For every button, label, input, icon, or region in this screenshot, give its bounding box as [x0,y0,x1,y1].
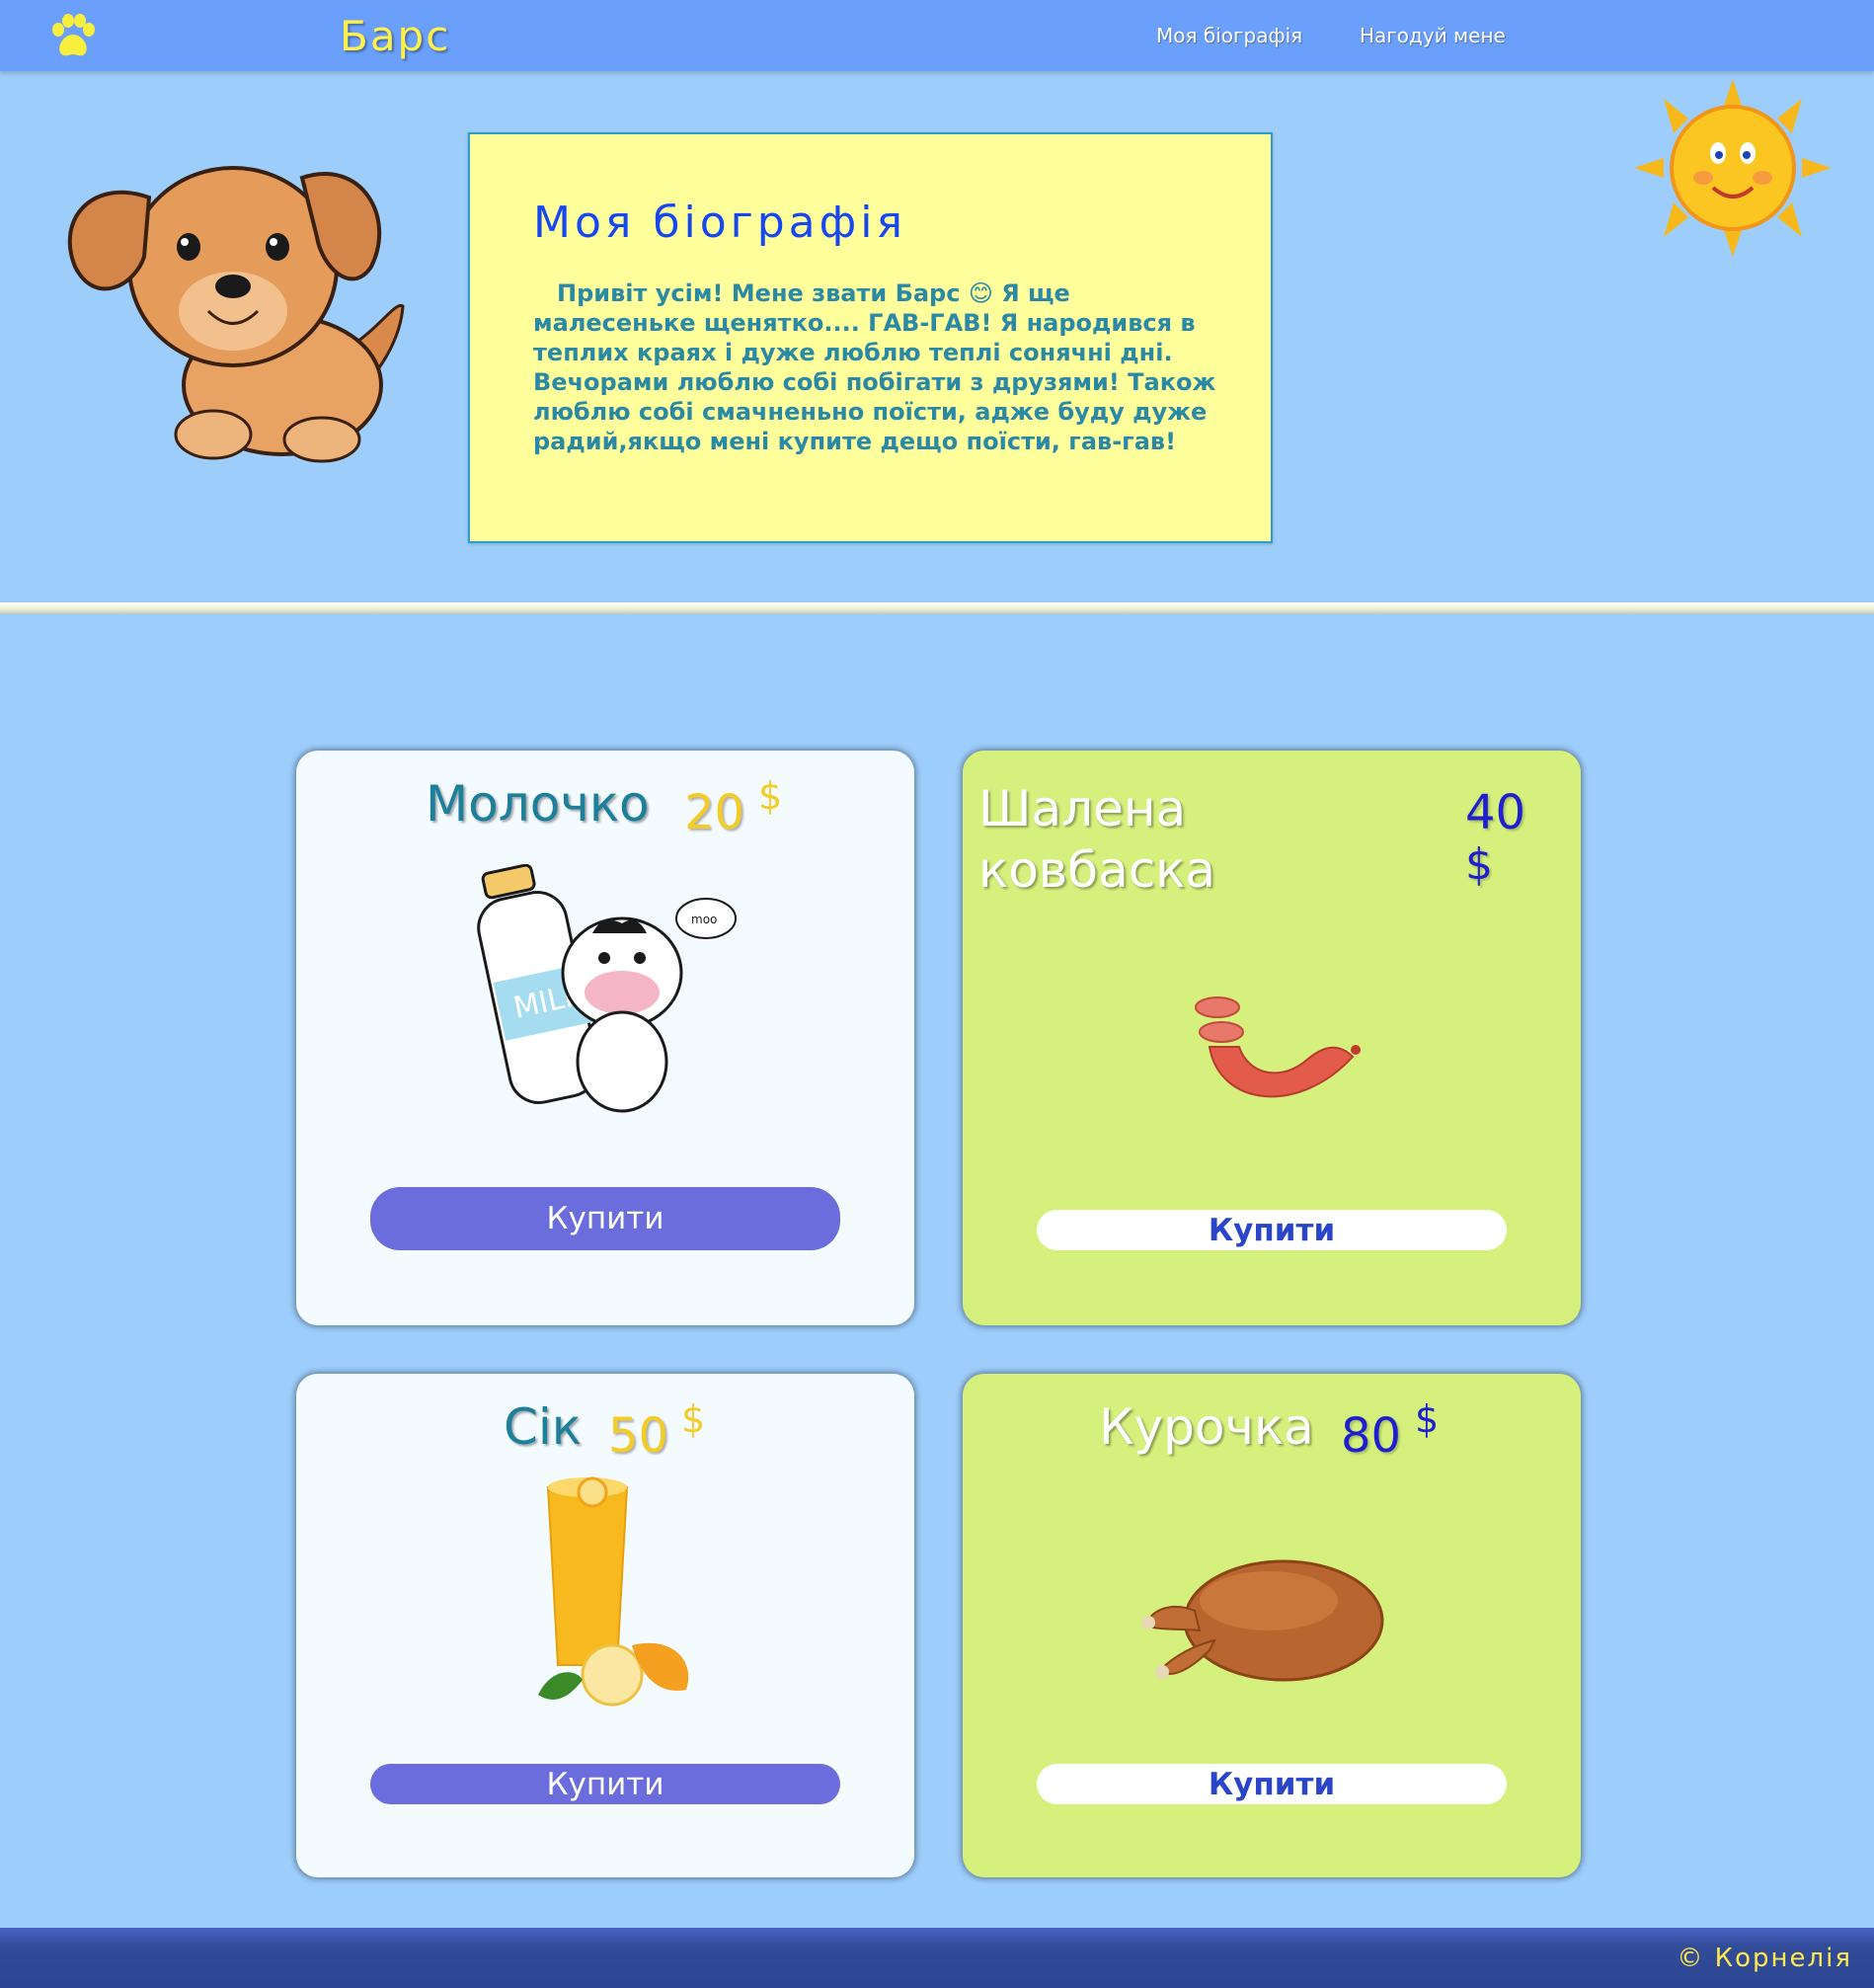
sausage-image [1195,996,1361,1098]
product-card-sausage: Шалена ковбаска 40 $ Купити [963,751,1581,1325]
footer: © Корнелія [0,1928,1874,1988]
currency-symbol: $ [758,774,783,818]
section-divider [0,602,1874,614]
product-name: Шалена ковбаска [978,780,1216,899]
svg-text:moo: moo [691,913,717,926]
top-nav-bar: Барс Моя біографія Нагодуй мене [0,0,1874,71]
biography-title: Моя біографія [533,198,906,248]
buy-button[interactable]: Купити [370,1187,840,1250]
nav-link-feed-me[interactable]: Нагодуй мене [1360,24,1506,47]
chicken-image [1141,1559,1384,1682]
site-brand[interactable]: Барс [340,12,450,60]
currency-symbol: $ [681,1397,706,1441]
product-card-milk: Молочко 20 $ MILK moo Купити [296,751,914,1325]
juice-image [538,1476,689,1707]
product-price: 40 [1465,785,1526,840]
copyright-text: © Корнелія [1677,1944,1852,1973]
product-name: Сік [504,1398,583,1456]
nav-link-biography[interactable]: Моя біографія [1156,24,1302,47]
buy-button[interactable]: Купити [1037,1210,1507,1250]
product-price: 50 [608,1408,669,1464]
sun-illustration [1634,79,1832,257]
currency-symbol: $ [1415,1397,1440,1441]
biography-text: Привіт усім! Мене звати Барс 😊 Я ще мале… [533,279,1216,455]
product-price: 80 [1341,1408,1402,1464]
milk-image: MILK moo [477,864,737,1113]
product-card-juice: Сік 50 $ Купити [296,1374,914,1877]
product-name: Курочка [1099,1398,1314,1456]
puppy-illustration [67,166,405,463]
product-price: 20 [684,785,745,840]
buy-button[interactable]: Купити [370,1764,840,1804]
product-card-chicken: Курочка 80 $ Купити [963,1374,1581,1877]
paw-icon[interactable] [49,14,97,59]
product-name: Молочко [426,775,650,833]
biography-box: Моя біографія Привіт усім! Мене звати Ба… [468,132,1273,543]
buy-button[interactable]: Купити [1037,1764,1507,1804]
currency-symbol: $ [1465,839,1493,890]
